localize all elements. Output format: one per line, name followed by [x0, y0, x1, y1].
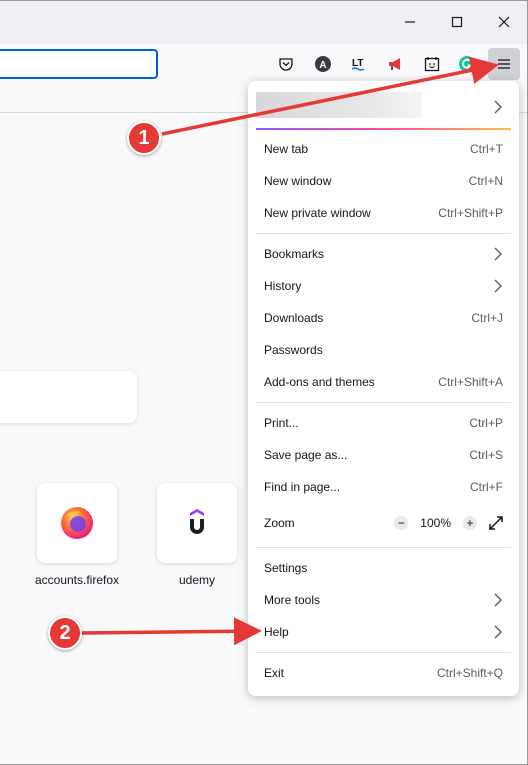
annotation-marker-1: 1 — [127, 121, 161, 155]
annotation-arrow-1 — [161, 56, 499, 136]
annotation-arrow-2 — [81, 617, 262, 646]
annotation-arrows — [81, 56, 499, 646]
annotation-marker-2: 2 — [48, 616, 82, 650]
